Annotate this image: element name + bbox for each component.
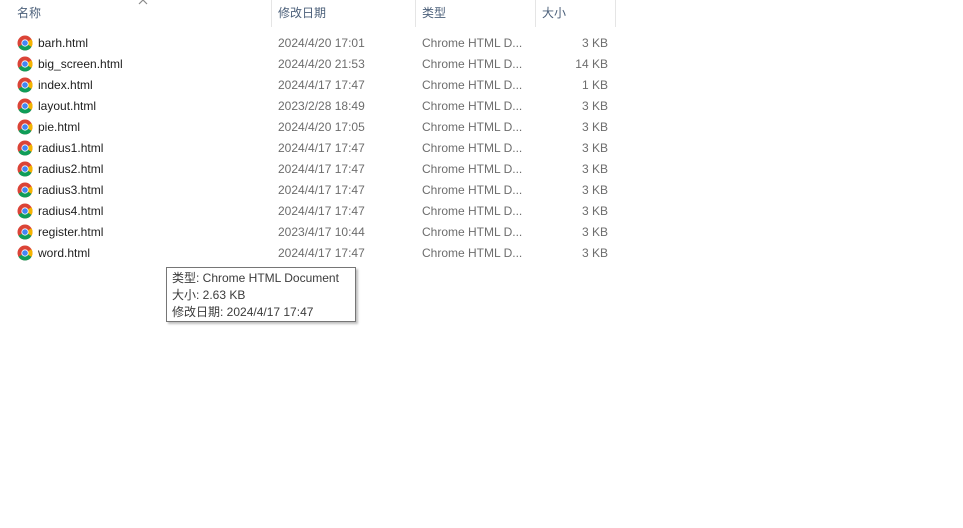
file-name: word.html bbox=[38, 246, 91, 260]
tooltip-type: 类型: Chrome HTML Document bbox=[172, 271, 339, 285]
file-size: 14 KB bbox=[575, 57, 608, 71]
file-type: Chrome HTML D... bbox=[422, 183, 523, 197]
file-type: Chrome HTML D... bbox=[422, 246, 523, 260]
file-size: 3 KB bbox=[581, 162, 608, 176]
file-modified-date: 2024/4/20 17:01 bbox=[278, 36, 365, 50]
column-header-name[interactable]: 名称 bbox=[11, 0, 271, 27]
file-size: 1 KB bbox=[581, 78, 608, 92]
file-type: Chrome HTML D... bbox=[422, 204, 523, 218]
file-name: barh.html bbox=[38, 36, 89, 50]
file-type: Chrome HTML D... bbox=[422, 141, 523, 155]
file-name: radius4.html bbox=[38, 204, 104, 218]
chrome-icon bbox=[17, 35, 33, 51]
file-size: 3 KB bbox=[581, 99, 608, 113]
file-name-cell[interactable]: index.html bbox=[17, 75, 267, 96]
file-name-cell[interactable]: word.html bbox=[17, 243, 267, 264]
file-type: Chrome HTML D... bbox=[422, 57, 523, 71]
file-modified-date: 2024/4/17 17:47 bbox=[278, 78, 365, 92]
file-row[interactable]: register.html 2023/4/17 10:44 Chrome HTML … bbox=[0, 222, 616, 243]
file-size: 3 KB bbox=[581, 246, 608, 260]
tooltip-date: 修改日期: 2024/4/17 17:47 bbox=[172, 305, 314, 319]
chrome-icon bbox=[17, 56, 33, 72]
file-name-cell[interactable]: pie.html bbox=[17, 117, 267, 138]
file-name-cell[interactable]: radius1.html bbox=[17, 138, 267, 159]
file-name: radius3.html bbox=[38, 183, 104, 197]
file-info-tooltip: 类型: Chrome HTML Document 大小: 2.63 KB 修改日… bbox=[166, 267, 356, 322]
file-modified-date: 2024/4/17 17:47 bbox=[278, 141, 365, 155]
chrome-icon bbox=[17, 98, 33, 114]
file-modified-date: 2023/2/28 18:49 bbox=[278, 99, 365, 113]
file-row[interactable]: index.html 2024/4/17 17:47 Chrome HTML D..… bbox=[0, 75, 616, 96]
file-modified-date: 2024/4/17 17:47 bbox=[278, 246, 365, 260]
column-divider[interactable] bbox=[615, 0, 616, 27]
file-type: Chrome HTML D... bbox=[422, 162, 523, 176]
file-name-cell[interactable]: big_screen.html bbox=[17, 54, 267, 75]
file-name-cell[interactable]: radius4.html bbox=[17, 201, 267, 222]
file-name: pie.html bbox=[38, 120, 81, 134]
file-type: Chrome HTML D... bbox=[422, 36, 523, 50]
tooltip-size: 大小: 2.63 KB bbox=[172, 288, 246, 302]
file-size: 3 KB bbox=[581, 183, 608, 197]
file-name-cell[interactable]: register.html bbox=[17, 222, 267, 243]
file-list: barh.html 2024/4/20 17:01 Chrome HTML D...… bbox=[0, 33, 616, 264]
chrome-icon bbox=[17, 224, 33, 240]
chrome-icon bbox=[17, 182, 33, 198]
file-modified-date: 2024/4/20 21:53 bbox=[278, 57, 365, 71]
file-size: 3 KB bbox=[581, 141, 608, 155]
file-size: 3 KB bbox=[581, 36, 608, 50]
file-name-cell[interactable]: barh.html bbox=[17, 33, 267, 54]
file-row[interactable]: word.html 2024/4/17 17:47 Chrome HTML D...… bbox=[0, 243, 616, 264]
file-modified-date: 2024/4/17 17:47 bbox=[278, 183, 365, 197]
file-name: radius2.html bbox=[38, 162, 104, 176]
file-modified-date: 2024/4/17 17:47 bbox=[278, 204, 365, 218]
file-row[interactable]: radius3.html 2024/4/17 17:47 Chrome HTML D… bbox=[0, 180, 616, 201]
file-type: Chrome HTML D... bbox=[422, 120, 523, 134]
file-row[interactable]: barh.html 2024/4/20 17:01 Chrome HTML D...… bbox=[0, 33, 616, 54]
file-modified-date: 2024/4/17 17:47 bbox=[278, 162, 365, 176]
chrome-icon bbox=[17, 140, 33, 156]
file-type: Chrome HTML D... bbox=[422, 225, 523, 239]
chrome-icon bbox=[17, 245, 33, 261]
file-size: 3 KB bbox=[581, 204, 608, 218]
chrome-icon bbox=[17, 119, 33, 135]
file-name: big_screen.html bbox=[38, 57, 123, 71]
file-row[interactable]: radius1.html 2024/4/17 17:47 Chrome HTML D… bbox=[0, 138, 616, 159]
file-name: radius1.html bbox=[38, 141, 104, 155]
file-type: Chrome HTML D... bbox=[422, 78, 523, 92]
file-name-cell[interactable]: layout.html bbox=[17, 96, 267, 117]
column-header-size[interactable]: 大小 bbox=[536, 0, 615, 27]
file-name: register.html bbox=[38, 225, 104, 239]
file-row[interactable]: pie.html 2024/4/20 17:05 Chrome HTML D... 3… bbox=[0, 117, 616, 138]
chrome-icon bbox=[17, 77, 33, 93]
file-name-cell[interactable]: radius2.html bbox=[17, 159, 267, 180]
file-type: Chrome HTML D... bbox=[422, 99, 523, 113]
file-modified-date: 2024/4/20 17:05 bbox=[278, 120, 365, 134]
file-row[interactable]: layout.html 2023/2/28 18:49 Chrome HTML D.… bbox=[0, 96, 616, 117]
chrome-icon bbox=[17, 203, 33, 219]
file-modified-date: 2023/4/17 10:44 bbox=[278, 225, 365, 239]
file-name: index.html bbox=[38, 78, 93, 92]
file-name: layout.html bbox=[38, 99, 97, 113]
chrome-icon bbox=[17, 161, 33, 177]
file-size: 3 KB bbox=[581, 225, 608, 239]
column-header-type[interactable]: 类型 bbox=[416, 0, 535, 27]
file-row[interactable]: radius2.html 2024/4/17 17:47 Chrome HTML D… bbox=[0, 159, 616, 180]
column-header-bar: 名称 修改日期 类型 大小 bbox=[0, 0, 616, 27]
file-row[interactable]: radius4.html 2024/4/17 17:47 Chrome HTML D… bbox=[0, 201, 616, 222]
file-row[interactable]: big_screen.html 2024/4/20 21:53 Chrome HTM… bbox=[0, 54, 616, 75]
column-header-date[interactable]: 修改日期 bbox=[272, 0, 415, 27]
file-name-cell[interactable]: radius3.html bbox=[17, 180, 267, 201]
file-size: 3 KB bbox=[581, 120, 608, 134]
